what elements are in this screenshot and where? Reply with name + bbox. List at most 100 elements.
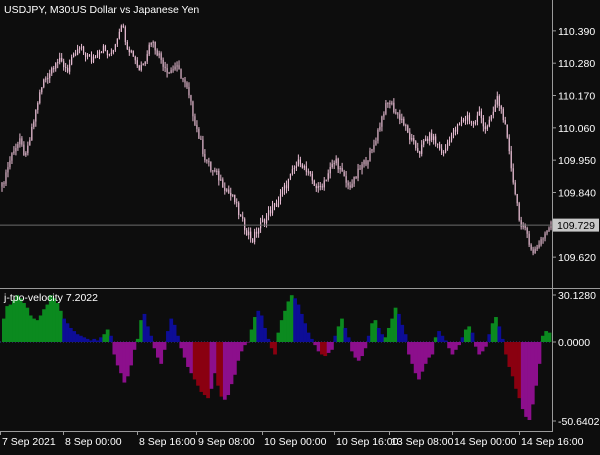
candle-body [200,138,202,140]
histogram-bar [142,313,147,343]
candle-body [496,96,498,105]
candle-body [476,115,479,122]
candle-body [417,148,419,152]
candle-body [39,92,41,103]
histogram-bar [152,342,157,349]
candle-body [236,202,238,204]
candle-body [437,143,439,145]
histogram-bar [25,307,30,343]
candle-body [21,138,23,145]
candle-body [232,194,234,196]
histogram-bar [72,331,77,343]
candle-body [341,168,343,172]
histogram-bar [256,310,261,343]
candle-body [25,152,27,156]
histogram-bar [155,342,160,358]
histogram-bar [246,342,251,343]
histogram-bar [453,342,458,350]
histogram-bar [42,309,46,343]
price-tick-label: 110.170 [558,91,595,103]
candle-body [502,108,504,121]
histogram-bar [410,342,415,364]
candle-body [144,61,146,65]
histogram-bar [22,302,26,343]
candle-body [112,49,114,53]
histogram-bar [159,342,164,364]
histogram-bar [99,337,103,343]
histogram-bar [162,342,167,350]
candle-body [104,45,107,51]
indicator-label: j-tpo-velocity 7.2022 [3,292,98,304]
histogram-bar [497,326,502,343]
candle-body [166,68,168,73]
candle-body [80,46,83,48]
candle-body [393,102,395,113]
candle-body [98,52,101,55]
candle-body [337,158,339,170]
histogram-bar [273,342,277,355]
candle-body [391,102,393,104]
candle-body [369,150,371,161]
candle-body [319,185,321,187]
candle-body [464,119,467,121]
histogram-bar [132,342,137,350]
candle-body [345,176,347,183]
candle-body [148,44,150,55]
price-tick-label: 109.950 [558,155,596,167]
candle-body [486,126,488,130]
candle-body [287,178,290,189]
histogram-bar [102,334,107,343]
candle-body [45,78,47,80]
candle-body [69,64,71,72]
histogram-bar [179,342,184,349]
histogram-bar [149,335,154,343]
histogram-bar [524,342,528,417]
candle-body [228,189,230,193]
candle-body [17,144,19,148]
histogram-bar [219,342,224,397]
candle-body [283,185,286,191]
histogram-bar [232,342,237,375]
time-tick-label: 14 Sep 16:00 [521,436,584,448]
histogram-bar [470,332,475,343]
candle-body [136,60,138,66]
histogram-bar [176,335,180,343]
candle-body [9,160,11,168]
candle-body [460,119,463,125]
candle-body [248,231,250,236]
histogram-bar [323,342,328,357]
candle-body [450,134,453,141]
candle-body [359,168,361,170]
candle-body [544,233,546,239]
candle-body [329,166,331,174]
histogram-bar [427,342,431,358]
histogram-bar [430,342,435,355]
histogram-bar [544,331,549,343]
candle-body [536,247,538,250]
candle-body [198,128,200,139]
histogram-bar [420,342,425,372]
histogram-bar [5,306,10,343]
candle-body [218,170,220,181]
candle-body [534,249,536,254]
candle-body [454,129,457,132]
candle-body [271,205,274,214]
candle-body [29,140,31,146]
candle-body [196,124,198,129]
candle-body [184,79,186,83]
candle-body [71,56,73,65]
candle-body [325,179,327,181]
candle-body [174,66,176,70]
candle-body [168,72,170,74]
histogram-bar [65,323,70,343]
candle-body [421,144,423,154]
candle-body [323,180,325,188]
time-tick-label: 9 Sep 08:00 [198,436,255,448]
histogram-bar [52,298,56,343]
candle-body [61,57,63,62]
candle-body [349,185,351,188]
candle-body [297,159,299,167]
candle-body [381,116,383,127]
histogram-bar [243,342,247,346]
candle-body [309,171,311,174]
